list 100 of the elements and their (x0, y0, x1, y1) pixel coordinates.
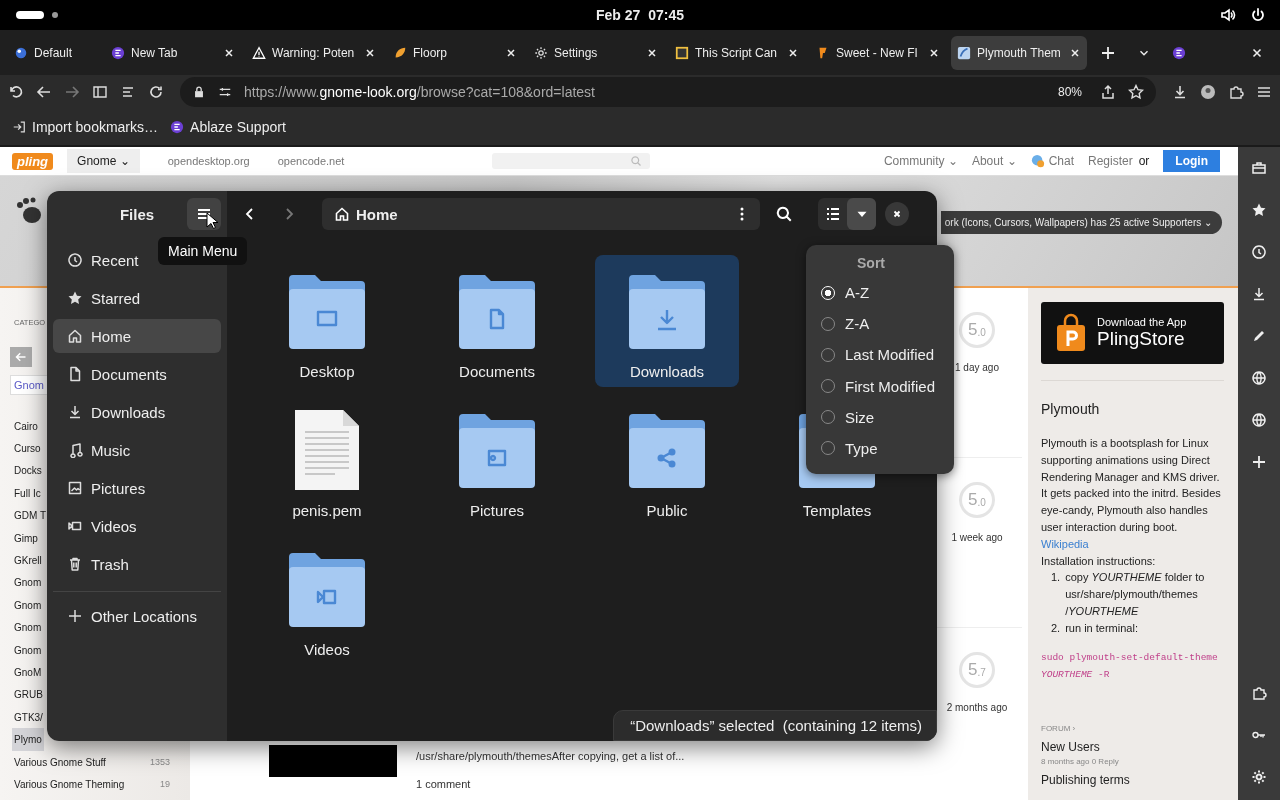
file-item[interactable]: penis.pem (255, 394, 399, 526)
close-icon[interactable] (646, 46, 658, 59)
address-bar[interactable]: https://www.gnome-look.org/browse?cat=108&ord=latest 80% (180, 76, 1156, 107)
zoom-level[interactable]: 80% (1057, 84, 1082, 99)
sidebar-item[interactable]: Music (53, 433, 221, 467)
category-item[interactable]: GKrell (12, 549, 44, 572)
sidebar-item[interactable]: Pictures (53, 471, 221, 505)
close-button[interactable] (885, 202, 909, 226)
path-bar[interactable]: Home (322, 198, 760, 230)
file-item[interactable]: Documents (425, 255, 569, 387)
sort-option[interactable]: First Modified (818, 370, 942, 402)
container-tab[interactable]: Default (8, 35, 100, 70)
sidebar-item[interactable]: Other Locations (53, 599, 221, 633)
sidebar-item[interactable]: Documents (53, 357, 221, 391)
close-icon[interactable] (223, 46, 235, 59)
workspace-dot[interactable] (52, 12, 58, 18)
store-dropdown[interactable]: Gnome ⌄ (67, 149, 140, 173)
share-icon[interactable] (1100, 83, 1116, 100)
sidebar-item[interactable]: Home (53, 319, 221, 353)
category-item[interactable]: Cairo (12, 415, 40, 438)
thumbnail[interactable] (269, 745, 397, 777)
sort-option[interactable]: Type (818, 432, 942, 465)
site-link[interactable]: opencode.net (277, 155, 345, 167)
star-icon[interactable] (1128, 83, 1144, 100)
browser-tab[interactable]: Floorp (387, 35, 523, 70)
close-icon[interactable] (505, 46, 517, 59)
history-icon[interactable] (1251, 244, 1267, 260)
category-item[interactable]: Curso (12, 437, 43, 460)
file-item[interactable]: Downloads (595, 255, 739, 387)
globe-icon[interactable] (1251, 412, 1267, 428)
wikipedia-link[interactable]: Wikipedia (1041, 537, 1089, 550)
file-item[interactable]: Videos (255, 533, 399, 665)
volume-icon[interactable] (1220, 7, 1236, 23)
account-icon[interactable] (1200, 83, 1216, 100)
browser-tab[interactable]: This Script Can (669, 35, 805, 70)
extensions-icon[interactable] (1251, 685, 1267, 701)
close-icon[interactable] (928, 46, 940, 59)
sidebar-item[interactable]: Trash (53, 547, 221, 581)
category-item[interactable]: GRUB (12, 683, 45, 707)
supporters-pill[interactable]: ork (Icons, Cursors, Wallpapers) has 25 active Supporters ⌄ (940, 210, 1222, 234)
category-item[interactable]: GTK3/ (12, 706, 45, 729)
category-item[interactable]: Gimp (12, 526, 40, 550)
close-icon[interactable] (364, 46, 376, 59)
power-icon[interactable] (1250, 7, 1266, 23)
clock[interactable]: Feb 27 07:45 (595, 7, 685, 23)
forum-post-title[interactable]: Publishing terms (1041, 772, 1224, 787)
sort-option[interactable]: Last Modified (818, 339, 942, 371)
reload-icon[interactable] (148, 83, 164, 100)
app-store-badge[interactable]: Download the App PlingStore (1041, 302, 1224, 364)
bookmark-item[interactable]: Import bookmarks… (12, 118, 159, 135)
register-link[interactable]: Register (1088, 154, 1133, 168)
sort-option[interactable]: A-Z (818, 277, 942, 309)
file-item[interactable]: Public (595, 394, 739, 526)
sidebar-item[interactable]: Starred (53, 281, 221, 315)
settings-icon[interactable] (1251, 769, 1267, 785)
globe-icon[interactable] (1251, 370, 1267, 386)
download-icon[interactable] (1251, 286, 1267, 302)
site-link[interactable]: opendesktop.org (167, 155, 250, 167)
nav-link[interactable]: Community ⌄ (883, 154, 958, 168)
category-item[interactable]: GnoM (12, 661, 44, 684)
bookmarks-icon[interactable] (1251, 202, 1267, 218)
sidebar-item[interactable]: Videos (53, 509, 221, 543)
sort-dropdown-button[interactable] (847, 198, 876, 230)
category-item[interactable]: GDM T (12, 504, 49, 527)
login-button[interactable]: Login (1163, 150, 1220, 172)
briefcase-icon[interactable] (1251, 160, 1267, 176)
workspace-indicator[interactable] (16, 11, 44, 19)
app-logo-icon[interactable] (1172, 45, 1186, 60)
pencil-icon[interactable] (1251, 328, 1267, 344)
close-icon[interactable] (787, 46, 799, 59)
category-item[interactable]: Docks (12, 459, 44, 483)
category-item[interactable]: Plymo (12, 728, 44, 751)
browser-tab[interactable]: New Tab (105, 35, 241, 70)
category-item[interactable]: Full Ic (12, 482, 43, 505)
forum-post-title[interactable]: New Users (1041, 739, 1224, 754)
category-chip[interactable]: Gnom (10, 375, 48, 395)
sort-option[interactable]: Size (818, 401, 942, 433)
main-menu-button[interactable] (187, 198, 221, 230)
category-item[interactable]: Gnom (12, 594, 44, 617)
sort-option[interactable]: Z-A (818, 308, 942, 340)
sidebar-item[interactable]: Downloads (53, 395, 221, 429)
comment-count[interactable]: 1 comment (416, 778, 685, 790)
search-field[interactable] (492, 153, 651, 169)
back-icon[interactable] (36, 83, 52, 100)
file-item[interactable]: Pictures (425, 394, 569, 526)
category-item[interactable]: Various Gnome Theming 19 (12, 773, 182, 796)
category-item[interactable]: Various Gnome Stuff 1353 (12, 750, 182, 774)
undo-icon[interactable] (8, 83, 24, 100)
browser-tab[interactable]: Plymouth Them (951, 35, 1087, 70)
category-item[interactable]: Gnom (12, 638, 44, 662)
reader-icon[interactable] (92, 83, 108, 100)
search-icon[interactable] (775, 205, 793, 223)
browser-tab[interactable]: Warning: Poten (246, 35, 382, 70)
chat-link[interactable]: Chat (1048, 154, 1074, 168)
forward-icon[interactable] (64, 83, 80, 100)
browser-tab[interactable]: Sweet - New Fl (810, 35, 946, 70)
browser-tab[interactable]: Settings (528, 35, 664, 70)
extensions-icon[interactable] (1228, 83, 1244, 100)
nav-link[interactable]: About ⌄ (971, 154, 1017, 168)
download-icon[interactable] (1172, 83, 1188, 100)
